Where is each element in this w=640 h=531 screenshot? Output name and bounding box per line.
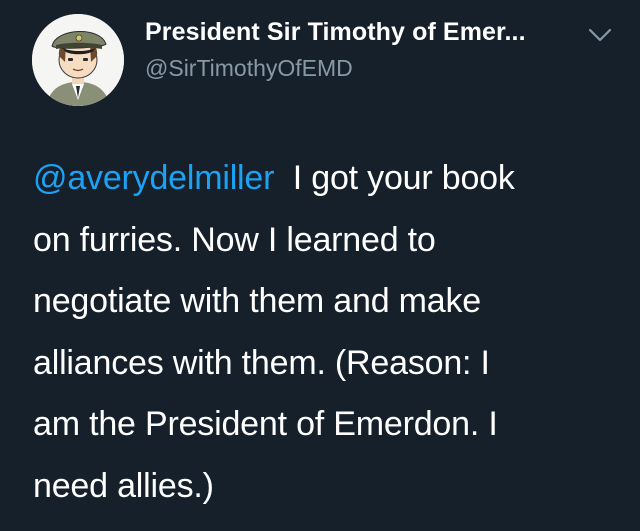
tweet-text-segment: I got your book — [292, 159, 515, 197]
mention-link[interactable]: @averydelmiller — [33, 159, 274, 197]
tweet-line-6: need allies.) — [33, 466, 214, 505]
tweet-line-1: @averydelmiller I got your book — [33, 148, 613, 210]
officer-avatar-icon — [32, 14, 124, 106]
tweet-line-4: alliances with them. (Reason: I — [33, 343, 490, 382]
tweet-line-5: am the President of Emerdon. I — [33, 405, 498, 443]
user-handle[interactable]: @SirTimothyOfEMD — [145, 55, 353, 82]
tweet-line-2: on furries. Now I learned to — [33, 220, 436, 259]
chevron-down-icon[interactable] — [588, 27, 612, 43]
avatar[interactable] — [32, 14, 124, 106]
display-name[interactable]: President Sir Timothy of Emer... — [145, 18, 526, 47]
tweet-line-3: negotiate with them and make — [33, 282, 482, 320]
tweet-card: President Sir Timothy of Emer... @SirTim… — [0, 0, 640, 531]
tweet-text: @averydelmiller I got your book on furri… — [33, 148, 613, 517]
